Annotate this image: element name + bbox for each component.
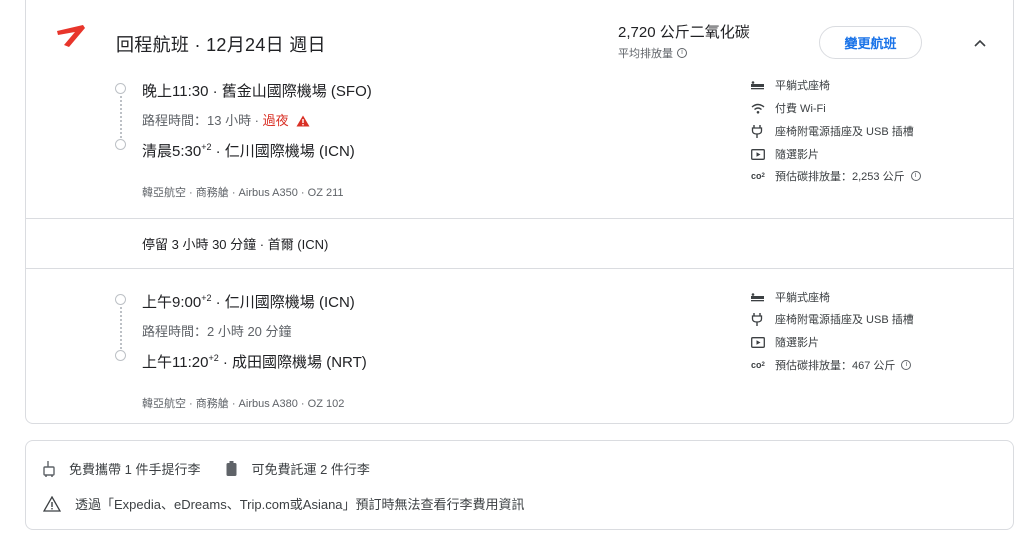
change-flight-button[interactable]: 變更航班 [819,26,922,59]
wifi-icon [751,103,765,114]
amenity-item: 平躺式座椅 [751,289,830,305]
info-icon[interactable]: i [910,171,921,181]
power-plug-icon [751,124,763,138]
departure-time-airport: 晚上11:30 · 舊金山國際機場 (SFO) [142,83,372,100]
amenity-item: 平躺式座椅 [751,77,830,93]
timeline-line [120,96,122,138]
arrive-dot [115,350,126,361]
co2-label: 平均排放量 [618,48,673,60]
carry-on-label: 免費攜帶 1 件手提行李 [69,462,201,477]
amenity-item: 付費 Wi-Fi [751,100,826,116]
info-icon[interactable]: i [901,360,912,370]
collapse-button[interactable] [968,31,992,55]
depart-dot [115,294,126,305]
amenity-item: 座椅附電源插座及 USB 插槽 [751,123,914,139]
divider [26,268,1013,269]
overnight-label: 過夜 [262,113,289,128]
co2-value: 2,720 公斤二氧化碳 [618,24,750,41]
divider [26,218,1013,219]
flat-seat-icon [751,292,764,301]
warning-icon [296,115,310,127]
amenity-item: 座椅附電源插座及 USB 插槽 [751,311,914,327]
page-title: 回程航班 · 12月24日 週日 [116,35,326,55]
baggage-notice-text: 透過「Expedia、eDreams、Trip.com或Asiana」預訂時無法… [75,497,525,512]
arrival-time-airport: 上午11:20+2 · 成田國際機場 (NRT) [142,353,367,371]
amenity-item: co 2 預估碳排放量：2,253 公斤 i [751,168,921,184]
warning-outline-icon [43,495,61,512]
depart-dot [115,83,126,94]
flight-details-card: 回程航班 · 12月24日 週日 2,720 公斤二氧化碳 平均排放量 i 變更… [25,0,1014,424]
co2-summary: 2,720 公斤二氧化碳 平均排放量 i [618,21,750,61]
baggage-allowance: 免費攜帶 1 件手提行李 可免費託運 2 件行李 [43,459,370,478]
co2-icon: co 2 [751,171,765,181]
amenity-item: 隨選影片 [751,146,819,162]
video-icon [751,148,765,160]
travel-duration: 路程時間：2 小時 20 分鐘 [142,324,292,339]
baggage-card: 免費攜帶 1 件手提行李 可免費託運 2 件行李 透過「Expedia、eDre… [25,440,1014,530]
arrive-dot [115,139,126,150]
airline-info: 韓亞航空 · 商務艙 · Airbus A380 · OZ 102 [142,398,345,410]
chevron-up-icon [974,39,986,47]
power-plug-icon [751,312,763,326]
co2-icon: co 2 [751,360,765,370]
departure-time-airport: 上午9:00+2 · 仁川國際機場 (ICN) [142,293,355,311]
info-icon[interactable]: i [677,48,687,58]
amenity-item: 隨選影片 [751,334,819,350]
checked-bag-icon [226,460,237,476]
airline-info: 韓亞航空 · 商務艙 · Airbus A350 · OZ 211 [142,187,344,199]
travel-duration: 路程時間：13 小時 · 過夜 [142,110,310,129]
layover-info: 停留 3 小時 30 分鐘 · 首爾 (ICN) [142,237,329,252]
carry-on-bag-icon [43,460,55,477]
checked-bag-label: 可免費託運 2 件行李 [251,462,370,477]
flat-seat-icon [751,80,764,89]
video-icon [751,336,765,348]
timeline-line [120,307,122,349]
baggage-notice: 透過「Expedia、eDreams、Trip.com或Asiana」預訂時無法… [43,494,525,513]
amenity-item: co 2 預估碳排放量：467 公斤 i [751,357,912,373]
airline-logo [57,25,85,47]
arrival-time-airport: 清晨5:30+2 · 仁川國際機場 (ICN) [142,142,355,160]
